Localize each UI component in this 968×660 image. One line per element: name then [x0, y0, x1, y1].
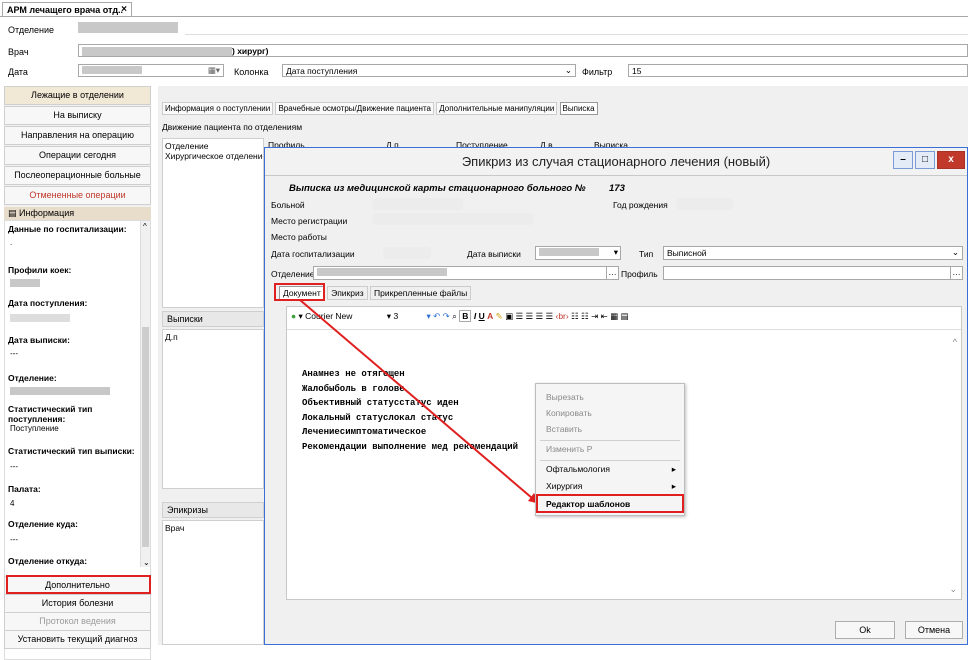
submenu-arrow-icon: ▸ [671, 464, 676, 474]
menu-item-cut[interactable]: Вырезать [536, 389, 684, 406]
menu-item-ophthalmology[interactable]: Офтальмология ▸ [536, 461, 684, 478]
menu-item-surgery[interactable]: Хирургия ▸ [536, 478, 684, 495]
arrow-line [299, 299, 533, 499]
highlight-box-template-editor [536, 494, 684, 513]
menu-item-paste[interactable]: Вставить [536, 421, 684, 438]
menu-item-edit-p[interactable]: Изменить Р [536, 441, 684, 458]
menu-item-copy[interactable]: Копировать [536, 405, 684, 422]
submenu-arrow-icon: ▸ [671, 481, 676, 491]
annotation-arrow [299, 299, 540, 504]
